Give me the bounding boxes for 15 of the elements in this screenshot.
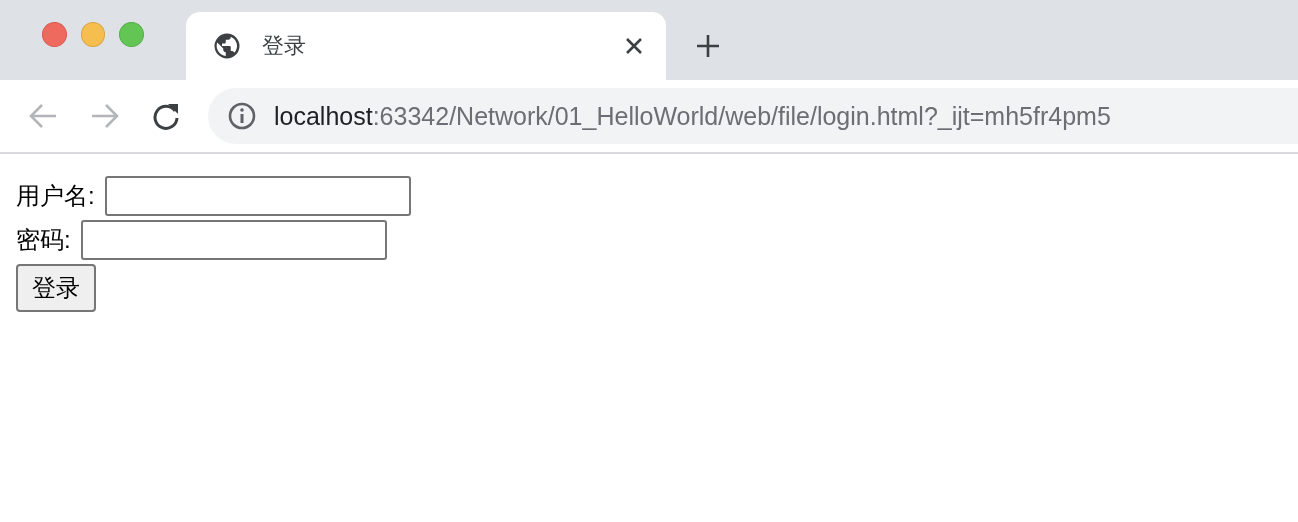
url-text: localhost:63342/Network/01_HelloWorld/web/file/login.html?_ijt=mh5fr4pm5 — [274, 101, 1111, 131]
username-field[interactable] — [104, 176, 411, 216]
globe-icon — [212, 31, 242, 61]
password-field[interactable] — [80, 220, 387, 260]
info-icon[interactable] — [228, 102, 256, 130]
close-window-button[interactable] — [42, 21, 67, 47]
field-label: 密码: — [16, 228, 71, 252]
login-button[interactable]: 登录 — [16, 264, 96, 312]
tab-title: 登录 — [262, 32, 307, 60]
close-icon[interactable] — [624, 36, 644, 56]
new-tab-icon[interactable] — [696, 34, 720, 58]
reload-icon[interactable] — [152, 102, 180, 130]
field-label: 用户名: — [16, 184, 95, 208]
browser-tab[interactable]: 登录 — [186, 12, 666, 80]
address-bar[interactable]: localhost:63342/Network/01_HelloWorld/web/file/login.html?_ijt=mh5fr4pm5 — [208, 88, 1298, 144]
